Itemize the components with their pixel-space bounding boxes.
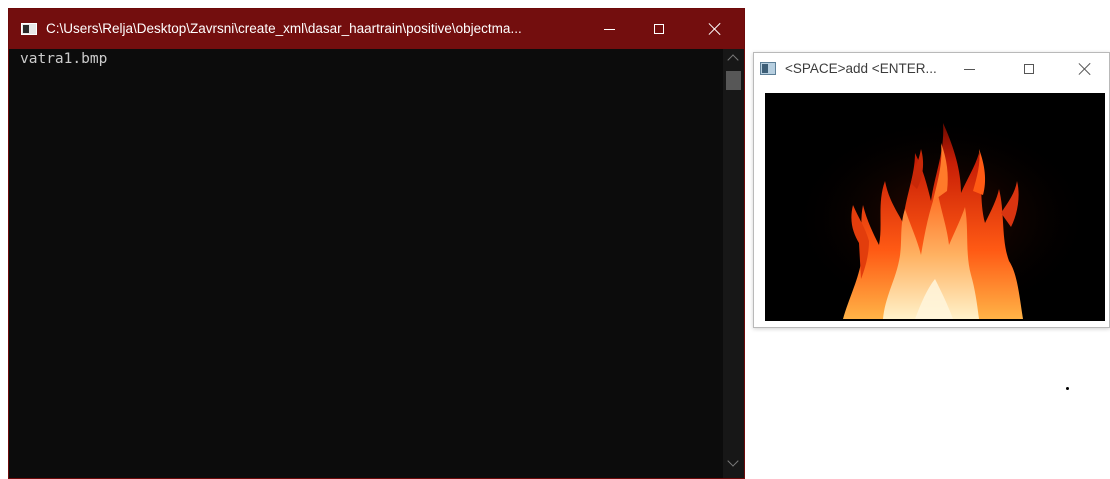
maximize-button[interactable] <box>636 9 682 49</box>
close-icon <box>708 22 722 36</box>
minimize-icon <box>603 28 615 30</box>
minimize-icon <box>963 68 975 70</box>
fire-image-canvas[interactable] <box>765 93 1105 321</box>
window-icon <box>760 62 776 75</box>
close-button[interactable] <box>692 9 738 49</box>
console-window-title: C:\Users\Relja\Desktop\Zavrsni\create_xm… <box>46 21 522 36</box>
minimize-button[interactable] <box>951 53 987 85</box>
image-window-titlebar[interactable]: <SPACE>add <ENTER... <box>754 53 1109 85</box>
console-output-line: vatra1.bmp <box>20 51 108 67</box>
console-scrollbar[interactable] <box>723 49 744 478</box>
console-output-area[interactable]: vatra1.bmp <box>9 49 723 478</box>
cursor-dot <box>1066 387 1069 390</box>
minimize-button[interactable] <box>586 9 632 49</box>
scrollbar-thumb[interactable] <box>726 71 741 90</box>
close-icon <box>1078 62 1092 76</box>
image-window[interactable]: <SPACE>add <ENTER... <box>753 52 1110 328</box>
console-window[interactable]: C:\Users\Relja\Desktop\Zavrsni\create_xm… <box>8 8 745 479</box>
maximize-icon <box>1024 64 1034 74</box>
fire-image <box>765 93 1105 321</box>
scroll-up-icon[interactable] <box>727 54 739 66</box>
console-titlebar[interactable]: C:\Users\Relja\Desktop\Zavrsni\create_xm… <box>9 9 744 49</box>
scroll-down-icon[interactable] <box>727 455 739 467</box>
image-window-title: <SPACE>add <ENTER... <box>785 61 937 76</box>
maximize-button[interactable] <box>1011 53 1047 85</box>
close-button[interactable] <box>1067 53 1103 85</box>
console-icon <box>21 23 37 35</box>
maximize-icon <box>654 24 664 34</box>
